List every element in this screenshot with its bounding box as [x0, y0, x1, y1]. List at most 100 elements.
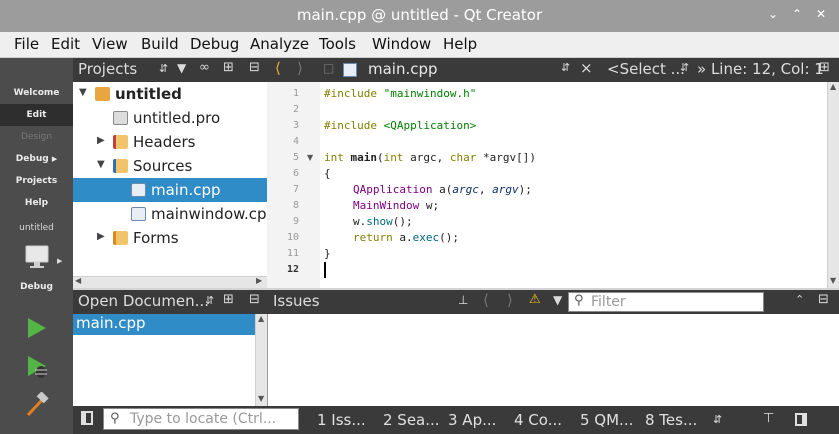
- tree-item-main-cpp[interactable]: main.cpp: [73, 178, 267, 202]
- pane-qml-debugger[interactable]: 5 QM...: [580, 411, 633, 429]
- mode-debug[interactable]: Debug ▶: [0, 148, 73, 170]
- close-document-icon[interactable]: ×: [580, 59, 593, 77]
- mode-design[interactable]: Design: [0, 126, 73, 148]
- include-path-token: <QApplication>: [383, 119, 477, 132]
- close-pane-icon[interactable]: ⊟: [818, 292, 829, 307]
- view-switch-icon[interactable]: ⇵: [159, 62, 168, 75]
- forward-arrow-icon[interactable]: ⟩: [297, 59, 303, 77]
- scroll-down-icon[interactable]: ▼: [258, 394, 264, 403]
- document-tab[interactable]: main.cpp: [368, 60, 438, 78]
- previous-item-icon[interactable]: ⟨: [483, 291, 489, 309]
- tree-item-mainwindow-cpp[interactable]: mainwindow.cpp: [73, 202, 267, 226]
- close-button[interactable]: ✕: [816, 7, 826, 21]
- keyword-token: return: [353, 231, 400, 244]
- code-line-11: }: [324, 247, 331, 260]
- window-title: main.cpp @ untitled - Qt Creator: [296, 6, 543, 24]
- close-pane-icon[interactable]: ⊟: [249, 292, 260, 307]
- line-number: 2: [292, 104, 299, 115]
- menu-help[interactable]: Help: [443, 35, 477, 53]
- issues-filter-input[interactable]: ⚲ Filter: [568, 292, 764, 312]
- line-number: 5: [292, 152, 299, 163]
- menu-tools[interactable]: Tools: [319, 35, 356, 53]
- function-name-token: main: [350, 151, 378, 164]
- next-item-icon[interactable]: ⟩: [507, 291, 513, 309]
- toggle-right-sidebar-icon[interactable]: [795, 413, 807, 426]
- title-bar: main.cpp @ untitled - Qt Creator ⌄ ⌃ ✕: [0, 0, 839, 32]
- tree-item-headers[interactable]: ▶ Headers: [73, 130, 267, 154]
- issues-list: [267, 314, 839, 406]
- close-pane-icon[interactable]: ⊟: [249, 60, 260, 75]
- symbol-selector[interactable]: <Select ...: [607, 60, 685, 78]
- pane-compile-output[interactable]: 4 Co...: [514, 411, 562, 429]
- mode-edit[interactable]: Edit: [0, 104, 73, 126]
- menu-debug[interactable]: Debug: [190, 35, 239, 53]
- document-dropdown-icon[interactable]: ⇵: [561, 61, 570, 74]
- projects-view-title[interactable]: Projects: [78, 60, 137, 78]
- mode-help[interactable]: Help: [0, 192, 73, 214]
- run-icon[interactable]: [26, 316, 48, 340]
- debug-run-icon[interactable]: [26, 354, 50, 380]
- menu-file[interactable]: File: [14, 35, 39, 53]
- line-number: 4: [292, 136, 299, 147]
- locator-input[interactable]: ⚲ Type to locate (Ctrl...: [103, 408, 299, 430]
- punct-token: );: [518, 183, 532, 196]
- open-docs-scrollbar[interactable]: ▲ ▼: [255, 314, 267, 406]
- project-icon: [95, 87, 110, 101]
- tree-item-pro-file[interactable]: untitled.pro: [73, 106, 267, 130]
- pane-test-results[interactable]: 8 Tes...: [645, 411, 697, 429]
- scroll-right-icon[interactable]: ▶: [256, 276, 262, 285]
- symbol-dropdown-icon[interactable]: ⇵: [680, 61, 689, 74]
- param-token: argc: [452, 183, 479, 196]
- clean-icon[interactable]: ⊥: [458, 293, 468, 307]
- filter-icon[interactable]: ▼: [553, 293, 562, 307]
- filter-icon[interactable]: ▼: [177, 61, 186, 75]
- split-icon[interactable]: ⊞: [223, 60, 234, 75]
- tree-item-project[interactable]: ▼ untitled: [73, 82, 267, 106]
- maximize-pane-icon[interactable]: ⌃: [795, 293, 804, 306]
- variable-token: a.: [399, 231, 413, 244]
- tree-horizontal-scrollbar[interactable]: ◀ ▶: [73, 276, 267, 288]
- mode-welcome[interactable]: Welcome: [0, 82, 73, 104]
- menu-analyze[interactable]: Analyze: [250, 35, 309, 53]
- open-document-item[interactable]: main.cpp: [73, 314, 255, 335]
- link-editor-icon[interactable]: ∞: [199, 60, 210, 75]
- build-hammer-icon[interactable]: [24, 392, 50, 418]
- menu-build[interactable]: Build: [141, 35, 179, 53]
- code-editor[interactable]: 1 2 3 4 5 6 7 8 9 10 11 12 ▼ #include "m…: [267, 82, 839, 288]
- tree-item-label: untitled.pro: [133, 109, 221, 127]
- line-number: 1: [292, 88, 299, 99]
- scroll-up-icon[interactable]: ▲: [830, 82, 836, 91]
- expand-arrow-icon: ▶: [51, 155, 58, 163]
- split-editor-icon[interactable]: ⊞: [819, 60, 830, 75]
- menu-window[interactable]: Window: [372, 35, 431, 53]
- line-number: 6: [292, 168, 299, 179]
- pane-issues[interactable]: 1 Iss...: [317, 411, 366, 429]
- more-panes-icon[interactable]: ⇵: [713, 413, 722, 426]
- fold-arrow-icon[interactable]: ▼: [307, 153, 313, 162]
- tree-item-label: Forms: [133, 229, 179, 247]
- scroll-down-icon[interactable]: ▼: [830, 276, 836, 285]
- tree-item-forms[interactable]: ▶ Forms: [73, 226, 267, 250]
- punct-token: ,: [478, 183, 493, 196]
- menu-edit[interactable]: Edit: [51, 35, 80, 53]
- open-documents-title[interactable]: Open Documen...: [78, 292, 209, 310]
- split-icon[interactable]: ⊞: [223, 292, 234, 307]
- kit-selector[interactable]: ▶ Debug: [0, 240, 73, 300]
- minimize-button[interactable]: ⌄: [768, 7, 778, 21]
- pane-search-results[interactable]: 2 Sea...: [383, 411, 440, 429]
- line-number: 3: [292, 120, 299, 131]
- tree-item-sources[interactable]: ▼ Sources: [73, 154, 267, 178]
- pane-application-output[interactable]: 3 Ap...: [448, 411, 496, 429]
- menu-view[interactable]: View: [92, 35, 128, 53]
- toggle-sidebar-icon[interactable]: [81, 411, 93, 425]
- warning-icon[interactable]: ⚠: [529, 292, 541, 307]
- scroll-up-icon[interactable]: ▲: [258, 314, 264, 323]
- scroll-left-icon[interactable]: ◀: [75, 276, 81, 285]
- cursor-position[interactable]: » Line: 12, Col: 1: [697, 60, 824, 78]
- back-arrow-icon[interactable]: ⟨: [275, 59, 281, 77]
- editor-vertical-scrollbar[interactable]: ▲ ▼: [827, 82, 839, 288]
- progress-toggle-icon[interactable]: ⊤: [763, 411, 774, 426]
- maximize-button[interactable]: ⌃: [792, 7, 802, 21]
- view-switch-icon[interactable]: ⇵: [205, 294, 214, 307]
- mode-projects[interactable]: Projects: [0, 170, 73, 192]
